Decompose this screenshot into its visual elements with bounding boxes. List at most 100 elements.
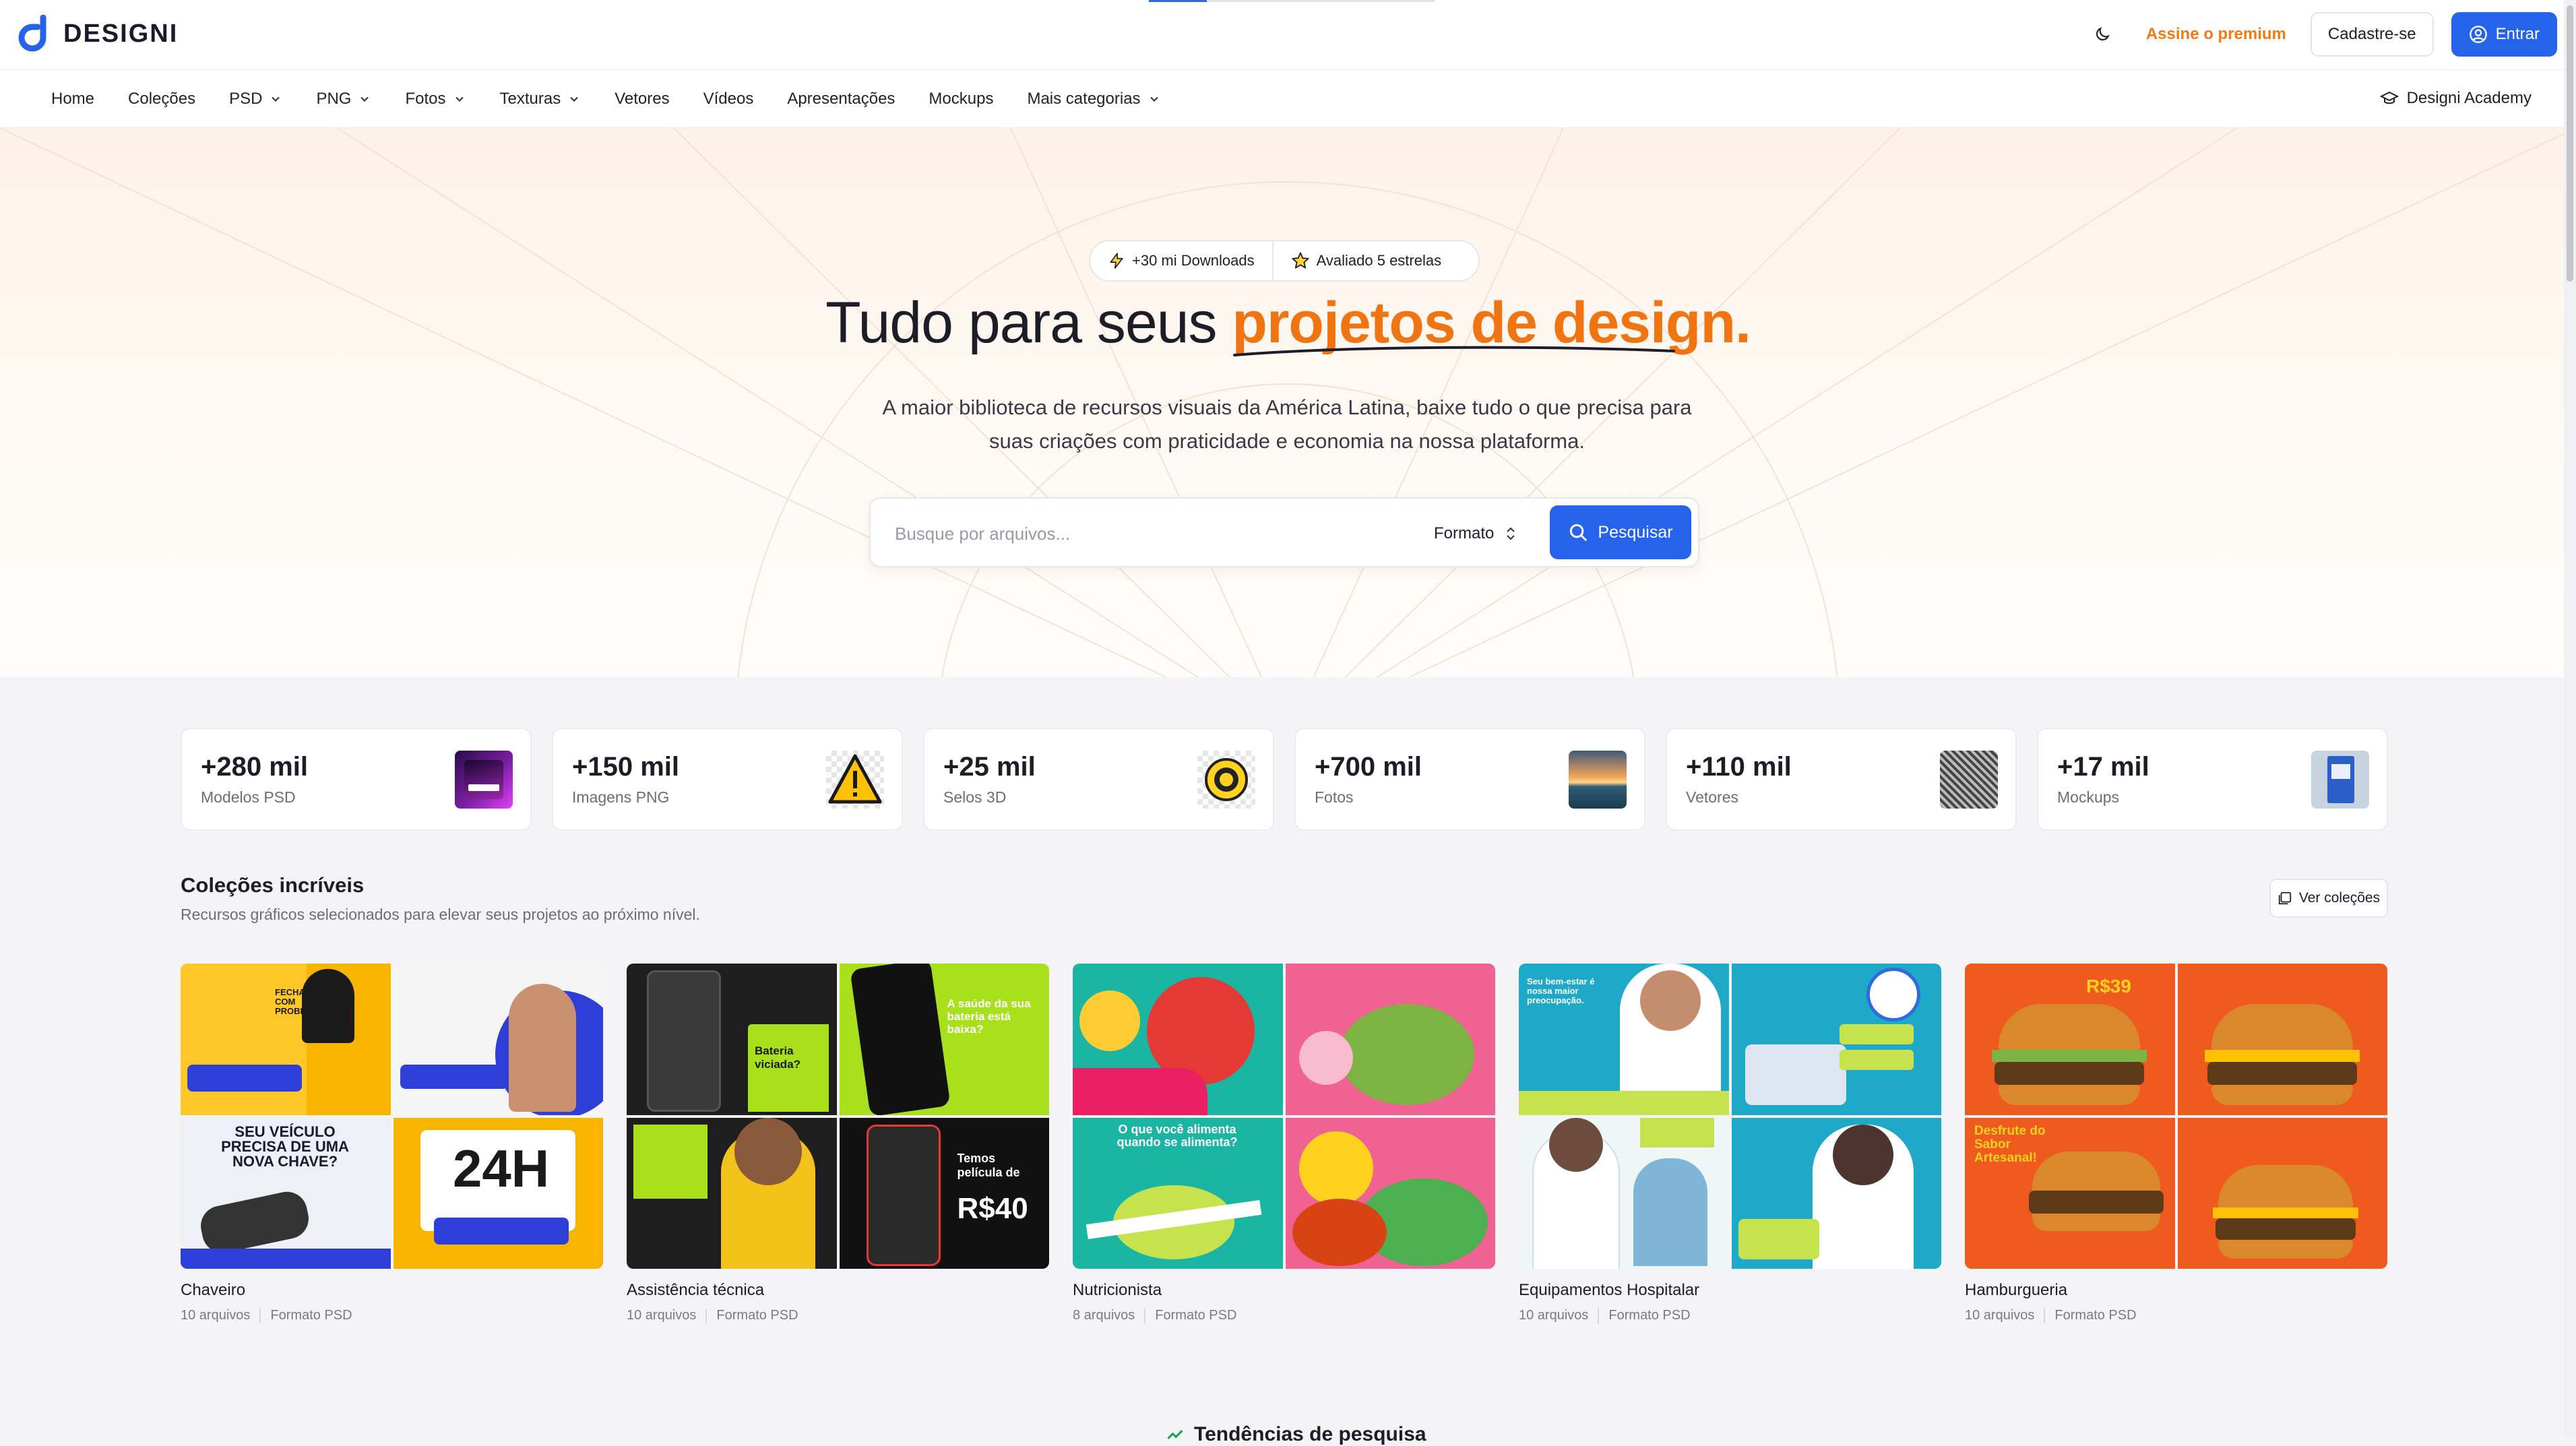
collection-card-equipamentos-hospitalar[interactable]: Seu bem-estar é nossa maior preocupação. — [1519, 964, 1941, 1323]
nav-item-psd[interactable]: PSD — [229, 90, 282, 108]
collection-card-nutricionista[interactable]: O que você alimenta quando se alimenta? … — [1073, 964, 1495, 1323]
preview-text: O que você alimenta quando se alimenta? — [1117, 1122, 1238, 1149]
premium-link[interactable]: Assine o premium — [2139, 25, 2293, 44]
stat-card-mockups[interactable]: +17 mil Mockups — [2037, 728, 2388, 831]
collection-meta: 10 arquivos Formato PSD — [627, 1308, 1049, 1323]
search-input[interactable] — [893, 516, 1406, 551]
chevron-down-icon — [455, 96, 464, 102]
category-nav: Home Coleções PSD PNG Fotos Texturas Vet… — [0, 70, 2576, 128]
pattern-vector-thumbnail — [1940, 751, 1998, 809]
meta-divider — [1598, 1308, 1600, 1323]
chevron-down-icon — [360, 96, 369, 102]
hero-badges: +30 mi Downloads Avaliado 5 estrelas — [1089, 240, 1480, 282]
file-format: Formato PSD — [1155, 1308, 1237, 1323]
preview-tile — [2177, 964, 2387, 1115]
file-format: Formato PSD — [2054, 1308, 2137, 1323]
collection-icon — [2278, 891, 2292, 905]
theme-toggle-button[interactable] — [2083, 12, 2122, 57]
preview-tile: Bateria viciada? — [627, 964, 837, 1115]
collections-grid: FECHADURA COM PROBLEMAS? SEU VEÍCULO PRE… — [181, 964, 2388, 1323]
brand-logo[interactable]: DESIGNI — [16, 15, 178, 53]
preview-tile: Desfrute do Sabor Artesanal! — [1965, 1117, 2175, 1269]
format-select[interactable]: Formato — [1434, 516, 1517, 551]
nav-item-vetores[interactable]: Vetores — [615, 90, 669, 108]
stat-label: Modelos PSD — [201, 788, 296, 806]
preview-price: R$39 — [2086, 976, 2131, 997]
nav-item-colecoes[interactable]: Coleções — [128, 90, 195, 108]
collection-preview: Bateria viciada? A saúde da sua bateria … — [627, 964, 1049, 1269]
trending-heading: Tendências de pesquisa — [1166, 1423, 1426, 1446]
login-button[interactable]: Entrar — [2451, 12, 2557, 57]
preview-tile — [1731, 964, 1941, 1115]
stat-card-vetores[interactable]: +110 mil Vetores — [1666, 728, 2017, 831]
signup-button[interactable]: Cadastre-se — [2310, 12, 2434, 57]
view-collections-label: Ver coleções — [2298, 890, 2381, 906]
nav-item-videos[interactable]: Vídeos — [703, 90, 754, 108]
stat-value: +25 mil — [943, 752, 1036, 782]
preview-tile — [1073, 964, 1283, 1115]
nav-label: Home — [51, 89, 95, 108]
preview-text: A saúde da sua bateria está baixa? — [947, 997, 1031, 1036]
nav-item-apresentacoes[interactable]: Apresentações — [787, 90, 895, 108]
file-count: 8 arquivos — [1073, 1308, 1135, 1323]
rating-badge: Avaliado 5 estrelas — [1271, 241, 1459, 280]
collection-preview: FECHADURA COM PROBLEMAS? SEU VEÍCULO PRE… — [181, 964, 603, 1269]
preview-tile: O que você alimenta quando se alimenta? — [1073, 1117, 1283, 1269]
collection-preview: O que você alimenta quando se alimenta? — [1073, 964, 1495, 1269]
preview-text: SEU VEÍCULO PRECISA DE UMA NOVA CHAVE? — [221, 1123, 349, 1170]
moon-icon — [2096, 27, 2110, 41]
lightning-icon — [1110, 253, 1123, 269]
view-collections-button[interactable]: Ver coleções — [2269, 879, 2388, 918]
star-icon — [1292, 252, 1309, 269]
nav-label: Texturas — [499, 89, 561, 108]
stat-value: +700 mil — [1315, 752, 1422, 782]
nav-item-png[interactable]: PNG — [316, 90, 371, 108]
nav-item-fotos[interactable]: Fotos — [405, 90, 466, 108]
stat-card-selos[interactable]: +25 mil Selos 3D — [923, 728, 1274, 831]
collection-card-chaveiro[interactable]: FECHADURA COM PROBLEMAS? SEU VEÍCULO PRE… — [181, 964, 603, 1323]
sunset-photo-thumbnail — [1569, 751, 1627, 809]
nav-item-texturas[interactable]: Texturas — [500, 90, 582, 108]
preview-text: Bateria viciada? — [755, 1044, 801, 1071]
nav-item-mockups[interactable]: Mockups — [929, 90, 993, 108]
search-button[interactable]: Pesquisar — [1550, 505, 1691, 559]
underline-swash — [1233, 346, 1676, 356]
scrollbar-thumb[interactable] — [2567, 5, 2573, 282]
warning-sign-thumbnail — [826, 751, 884, 809]
hero-title-accent: projetos de design. — [1232, 290, 1751, 356]
nav-label: PSD — [229, 89, 263, 108]
nav-item-mais-categorias[interactable]: Mais categorias — [1027, 90, 1160, 108]
file-format: Formato PSD — [270, 1308, 352, 1323]
preview-tile — [393, 964, 603, 1115]
file-count: 10 arquivos — [1519, 1308, 1589, 1323]
file-count: 10 arquivos — [1965, 1308, 2035, 1323]
stat-card-psd[interactable]: +280 mil Modelos PSD — [181, 728, 532, 831]
stat-label: Imagens PNG — [572, 788, 670, 806]
search-button-label: Pesquisar — [1598, 522, 1673, 542]
meta-divider — [1144, 1308, 1146, 1323]
hero-section: +30 mi Downloads Avaliado 5 estrelas Tud… — [0, 128, 2576, 677]
academy-link[interactable]: Designi Academy — [2379, 89, 2532, 108]
collection-card-assistencia-tecnica[interactable]: Bateria viciada? A saúde da sua bateria … — [627, 964, 1049, 1323]
preview-tile — [1519, 1117, 1729, 1269]
page-scrollbar[interactable] — [2564, 0, 2576, 1436]
preview-tile — [2177, 1117, 2387, 1269]
nav-label: Coleções — [128, 89, 196, 108]
collection-name: Hamburgueria — [1965, 1281, 2068, 1299]
preview-tile: R$39 — [1965, 964, 2175, 1115]
nav-label: Mais categorias — [1027, 89, 1141, 108]
preview-text: Temos película de — [957, 1151, 1020, 1179]
preview-tile — [1731, 1117, 1941, 1269]
preview-text: FECHADURA COM PROBLEMAS? — [275, 987, 336, 1016]
downloads-badge: +30 mi Downloads — [1090, 241, 1272, 280]
trending-icon — [1167, 1430, 1183, 1439]
nav-item-home[interactable]: Home — [51, 90, 94, 108]
collection-name: Assistência técnica — [627, 1281, 765, 1299]
stat-card-fotos[interactable]: +700 mil Fotos — [1294, 728, 1645, 831]
stat-card-png[interactable]: +150 mil Imagens PNG — [552, 728, 903, 831]
stat-label: Selos 3D — [943, 788, 1007, 806]
collection-card-hamburgueria[interactable]: R$39 Desfrute do Sabor Artesanal! Hambur… — [1965, 964, 2387, 1323]
stat-value: +17 mil — [2057, 752, 2149, 782]
collection-meta: 10 arquivos Formato PSD — [1965, 1308, 2387, 1323]
collection-meta: 10 arquivos Formato PSD — [1519, 1308, 1941, 1323]
